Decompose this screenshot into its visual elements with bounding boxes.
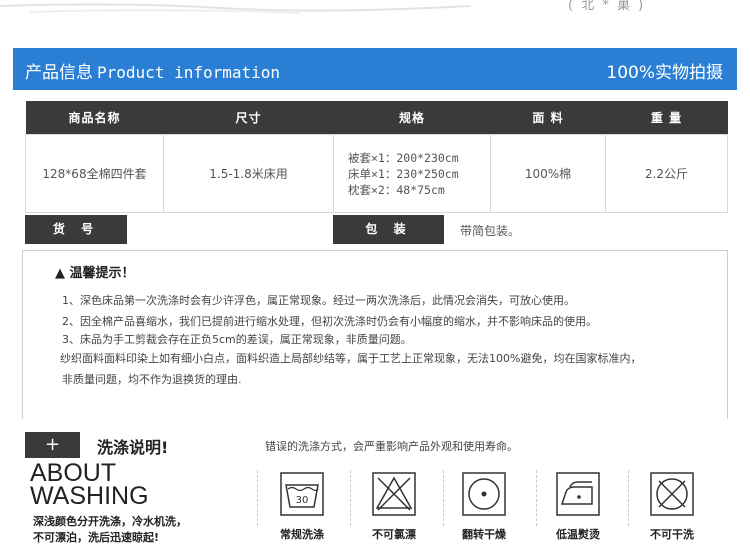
tip-line: 1、深色床品第一次洗涤时会有少许浮色，属正常现象。经过一两次洗涤后，此情况会消失… <box>62 294 575 307</box>
tip-line: 2、因全棉产品喜缩水，我们已提前进行缩水处理，但初次洗涤时仍会有小幅度的缩水，并… <box>62 315 597 328</box>
cell-name: 128*68全棉四件套 <box>25 134 164 213</box>
banner-real-photo: 100%实物拍摄 <box>606 63 723 83</box>
icon-label: 常规洗涤 <box>280 528 324 541</box>
tip-line: 3、床品为手工剪裁会存在正负5cm的差误，属正常现象，非质量问题。 <box>62 333 412 346</box>
iron-low-icon <box>556 472 600 516</box>
divider <box>350 470 351 526</box>
divider <box>443 470 444 526</box>
icon-label: 翻转干燥 <box>462 528 506 541</box>
package-value: 带简包装。 <box>460 224 521 238</box>
product-info-banner: 产品信息 Product information 100%实物拍摄 <box>13 48 737 90</box>
package-label: 包 装 <box>333 215 444 244</box>
header-size: 尺寸 <box>163 101 334 135</box>
header-name: 商品名称 <box>25 101 164 135</box>
icon-label: 不可干洗 <box>650 528 694 541</box>
table-row: 128*68全棉四件套 1.5-1.8米床用 被套×1：200*230cm 床单… <box>25 134 728 213</box>
about-washing-heading: ABOUT WASHING <box>30 459 149 510</box>
divider <box>536 470 537 526</box>
plus-icon: + <box>25 432 80 458</box>
tip-line: 纱织面料面料印染上如有细小白点，面料织造上局部纱结等，属于工艺上正常现象，无法1… <box>60 352 642 365</box>
wash-temp-number: 30 <box>296 495 309 506</box>
washing-title: 洗涤说明! <box>97 438 169 457</box>
cell-size: 1.5-1.8米床用 <box>163 134 334 213</box>
wash-tub-icon: 30 <box>280 472 324 516</box>
washing-note: 深浅颜色分开洗涤，冷水机洗， <box>33 515 187 528</box>
no-bleach-icon <box>372 472 416 516</box>
cell-weight: 2.2公斤 <box>605 134 728 213</box>
cell-specs: 被套×1：200*230cm 床单×1：230*250cm 枕套×2：48*75… <box>333 134 491 213</box>
tip-line: 非质量问题，均不作为退换货的理由. <box>62 373 242 386</box>
cell-fabric: 100%棉 <box>490 134 606 213</box>
product-spec-table: 商品名称 尺寸 规格 面 料 重 量 128*68全棉四件套 1.5-1.8米床… <box>25 101 728 213</box>
no-dry-clean-icon <box>650 472 694 516</box>
table-header-row: 商品名称 尺寸 规格 面 料 重 量 <box>25 101 728 135</box>
divider <box>257 470 258 526</box>
brand-logo-text: ( 北 * 巢 ) <box>568 0 646 13</box>
icon-label: 不可氯漂 <box>372 528 416 541</box>
header-fabric: 面 料 <box>490 101 606 135</box>
banner-title: 产品信息 Product information <box>25 63 281 83</box>
header-weight: 重 量 <box>605 101 728 135</box>
item-number-label: 货 号 <box>25 215 127 244</box>
tumble-dry-icon <box>462 472 506 516</box>
header-specs: 规格 <box>333 101 491 135</box>
icon-label: 低温熨烫 <box>556 528 600 541</box>
warm-tips-title: ▲ 温馨提示！ <box>55 266 135 281</box>
wrong-washing-warning: 错误的洗涤方式，会严重影响产品外观和使用寿命。 <box>265 440 518 453</box>
divider <box>628 470 629 526</box>
washing-note: 不可漂泊，洗后迅速晾起! <box>33 531 160 544</box>
